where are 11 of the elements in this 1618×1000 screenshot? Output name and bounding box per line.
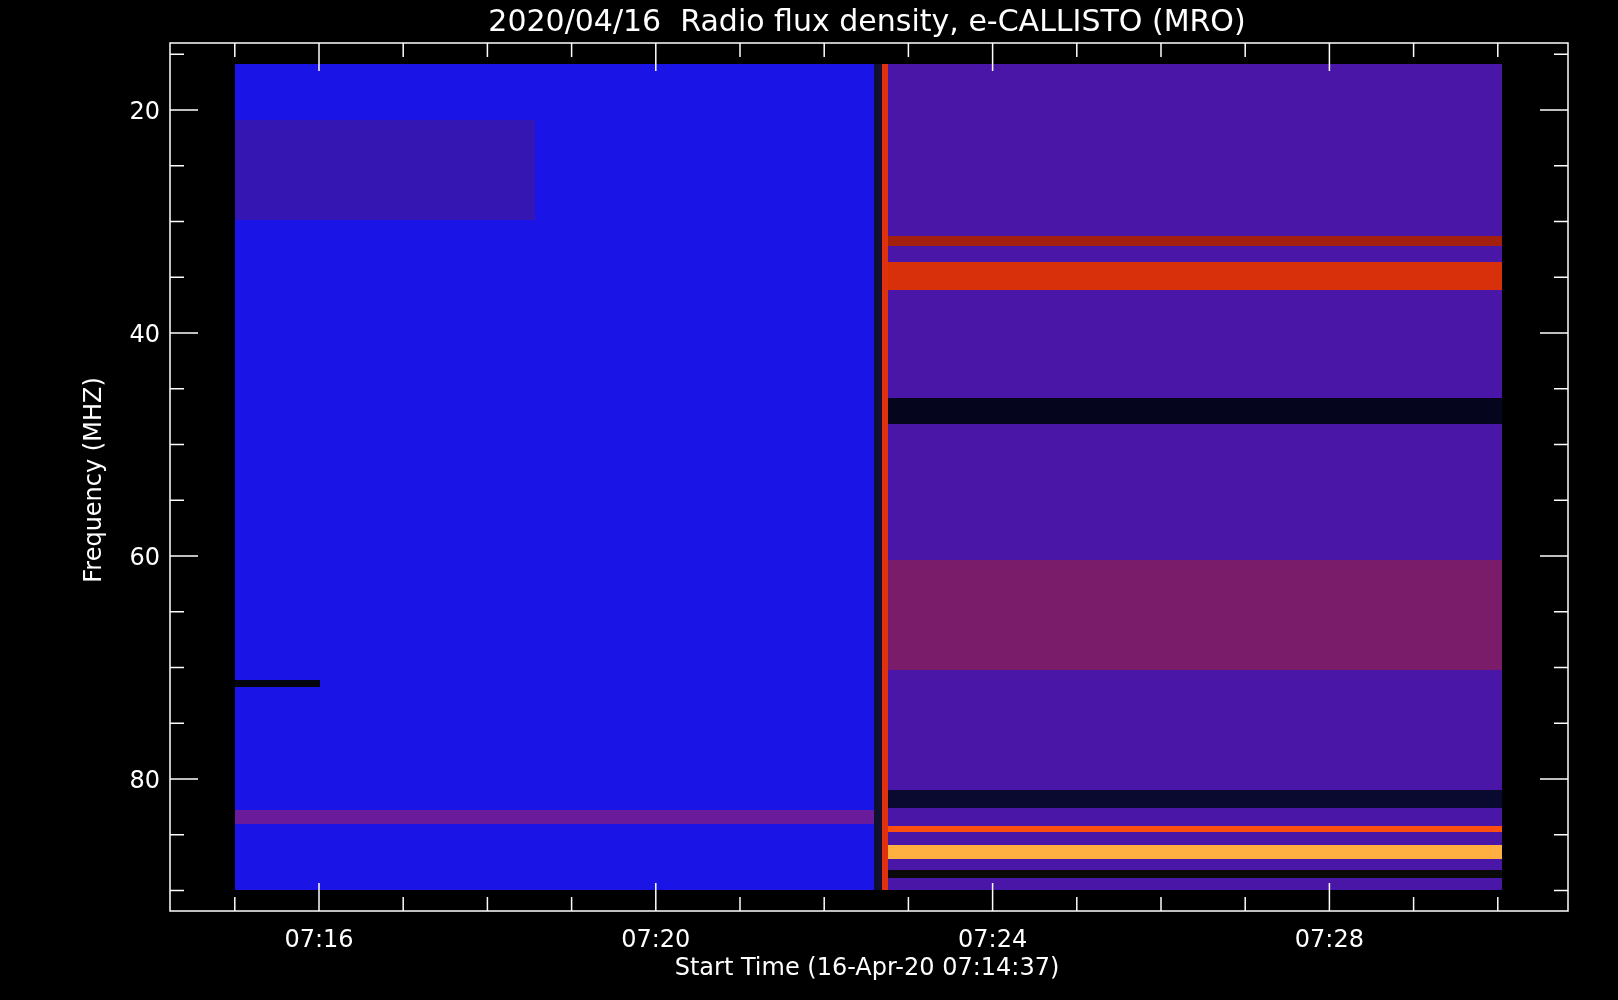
axis-tick-label: 07:20 xyxy=(621,925,691,953)
chart-title: 2020/04/16 Radio flux density, e-CALLISTO (MRO) xyxy=(488,3,1246,38)
axis-label: Frequency (MHZ) xyxy=(79,377,107,583)
axis-tick-label: 60 xyxy=(129,543,160,571)
axis-label: Start Time (16-Apr-20 07:14:37) xyxy=(674,953,1060,981)
axis-tick-label: 20 xyxy=(129,97,160,125)
axis-tick-label: 80 xyxy=(129,766,160,794)
axis-tick-label: 40 xyxy=(129,320,160,348)
axis-tick-label: 07:28 xyxy=(1294,925,1364,953)
axis-tick-label: 07:16 xyxy=(284,925,354,953)
axis-tick-label: 07:24 xyxy=(958,925,1028,953)
